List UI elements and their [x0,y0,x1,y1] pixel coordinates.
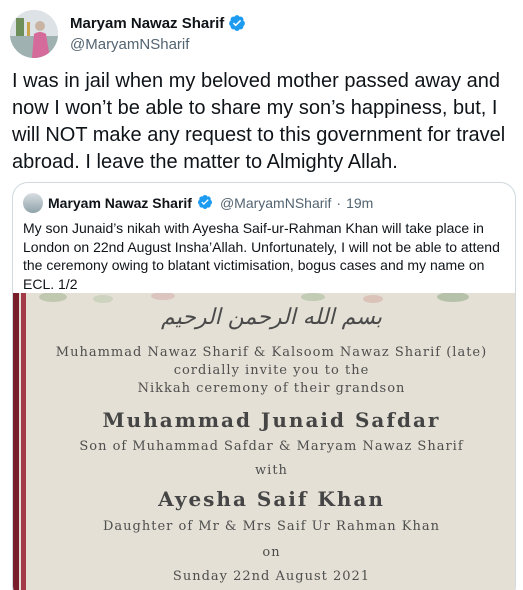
invitation-line: cordially invite you to the [173,363,370,378]
invitation-hosts: Muhammad Nawaz Sharif & Kalsoom Nawaz Sh… [55,345,488,360]
quote-handle: @MaryamNSharif [219,195,332,211]
invitation-bismillah: بسم الله الرحمن الرحيم [160,305,383,330]
invitation-groom: Muhammad Junaid Safdar [102,408,441,432]
avatar-image [10,10,58,58]
quoted-tweet[interactable]: Maryam Nawaz Sharif @MaryamNSharif · 19m… [12,182,516,590]
invitation-with: with [255,463,288,478]
card-border-stripe [13,293,19,590]
quote-timestamp[interactable]: 19m [346,195,373,211]
invitation-line: Nikkah ceremony of their grandson [137,381,406,396]
verified-badge-icon [228,14,246,32]
invitation-groom-parents: Son of Muhammad Safdar & Maryam Nawaz Sh… [79,439,464,454]
avatar[interactable] [10,10,58,58]
quote-avatar [23,193,43,213]
verified-badge-icon [197,194,215,212]
display-name[interactable]: Maryam Nawaz Sharif [70,15,224,32]
quote-header: Maryam Nawaz Sharif @MaryamNSharif · 19m [23,193,373,213]
invitation-date: Sunday 22nd August 2021 [172,569,371,584]
invitation-on: on [262,545,281,560]
quote-text: My son Junaid’s nikah with Ayesha Saif-u… [23,220,500,292]
quote-display-name: Maryam Nawaz Sharif [48,195,192,211]
handle[interactable]: @MaryamNSharif [70,36,189,53]
quote-separator: · [336,195,342,211]
author-name-row: Maryam Nawaz Sharif [70,14,246,32]
tweet-text: I was in jail when my beloved mother pas… [12,70,506,173]
tweet: Maryam Nawaz Sharif @MaryamNSharif I was… [0,0,523,590]
invitation-bride: Ayesha Saif Khan [158,487,385,511]
invitation-bride-parents: Daughter of Mr & Mrs Saif Ur Rahman Khan [102,519,441,534]
invitation-image[interactable]: بسم الله الرحمن الرحيم Muhammad Nawaz Sh… [13,293,515,590]
